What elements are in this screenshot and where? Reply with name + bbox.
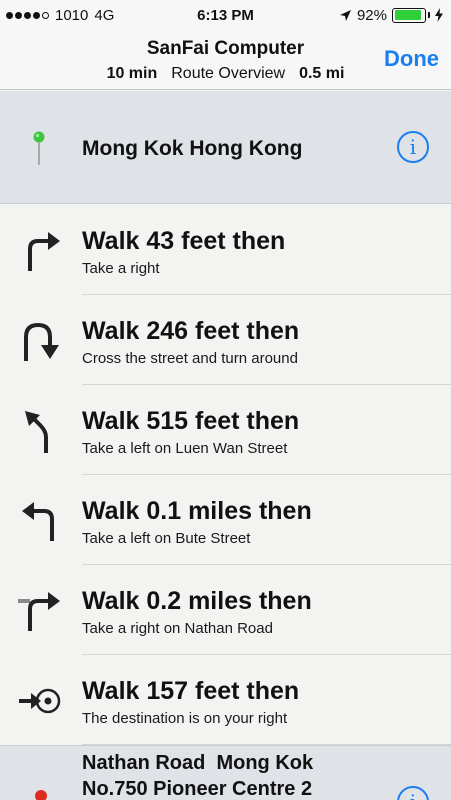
step-subtitle: Take a right on Nathan Road [82, 620, 273, 637]
status-bar: 1010 4G 6:13 PM 92% [0, 0, 451, 30]
step-subtitle: Take a right [82, 260, 160, 277]
signal-strength-icon [6, 11, 49, 19]
direction-step[interactable]: Walk 157 feet then The destination is on… [0, 655, 451, 745]
network-type: 4G [94, 6, 115, 24]
green-pin-icon [33, 131, 45, 165]
end-location-line1: Nathan Road Mong Kok [82, 752, 314, 774]
info-icon[interactable]: i [397, 131, 429, 163]
step-title: Walk 43 feet then [82, 227, 286, 255]
step-title: Walk 0.2 miles then [82, 587, 312, 615]
end-info-icon[interactable]: i [397, 786, 429, 800]
step-subtitle: Take a left on Luen Wan Street [82, 440, 288, 457]
turn-right-icon [28, 232, 60, 271]
status-left: 1010 4G [6, 7, 114, 24]
step-subtitle: Cross the street and turn around [82, 350, 298, 367]
route-duration: 10 min [106, 65, 158, 82]
status-right: 92% [339, 7, 443, 24]
start-location-row[interactable]: Mong Kok Hong Kong i [0, 91, 451, 204]
step-title: Walk 246 feet then [82, 317, 300, 345]
end-location-row[interactable]: Nathan Road Mong Kok No.750 Pioneer Cent… [0, 745, 451, 800]
slight-left-icon [25, 411, 48, 453]
route-overview-label: Route Overview [171, 65, 286, 82]
red-pin-icon [35, 790, 47, 800]
end-location-line2: No.750 Pioneer Centre 2 [82, 778, 313, 800]
start-location-label: Mong Kok Hong Kong [82, 137, 303, 160]
battery-icon [392, 7, 430, 23]
signal-dot [15, 11, 22, 19]
turn-right-at-junction-icon [18, 592, 60, 631]
signal-dot [6, 11, 13, 19]
u-turn-icon [24, 322, 59, 361]
step-title: Walk 157 feet then [82, 677, 300, 705]
direction-step[interactable]: Walk 0.2 miles then Take a right on Nath… [0, 565, 451, 655]
battery-percent: 92% [356, 6, 387, 24]
battery-level-fill [394, 10, 422, 20]
signal-dot [42, 11, 49, 19]
direction-step[interactable]: Walk 43 feet then Take a right [0, 205, 451, 295]
end-location-label: Nathan Road Mong Kok No.750 Pioneer Cent… [82, 750, 382, 800]
location-arrow-icon [339, 9, 351, 21]
arrive-destination-icon [19, 688, 61, 714]
step-title: Walk 0.1 miles then [82, 497, 312, 525]
direction-step[interactable]: Walk 0.1 miles then Take a left on Bute … [0, 475, 451, 565]
carrier-name: 1010 [55, 6, 89, 24]
directions-list: Walk 43 feet then Take a right Walk 246 … [0, 205, 451, 745]
step-subtitle: Take a left on Bute Street [82, 530, 251, 547]
route-distance: 0.5 mi [299, 65, 345, 82]
step-title: Walk 515 feet then [82, 407, 300, 435]
direction-step[interactable]: Walk 515 feet then Take a left on Luen W… [0, 385, 451, 475]
step-subtitle: The destination is on your right [82, 710, 288, 727]
signal-dot [33, 11, 40, 19]
nav-bar: SanFai Computer 10 min Route Overview 0.… [0, 30, 451, 90]
done-button[interactable]: Done [384, 46, 439, 72]
turn-left-icon [22, 502, 54, 541]
charging-bolt-icon [435, 8, 443, 22]
signal-dot [24, 11, 31, 19]
direction-step[interactable]: Walk 246 feet then Cross the street and … [0, 295, 451, 385]
